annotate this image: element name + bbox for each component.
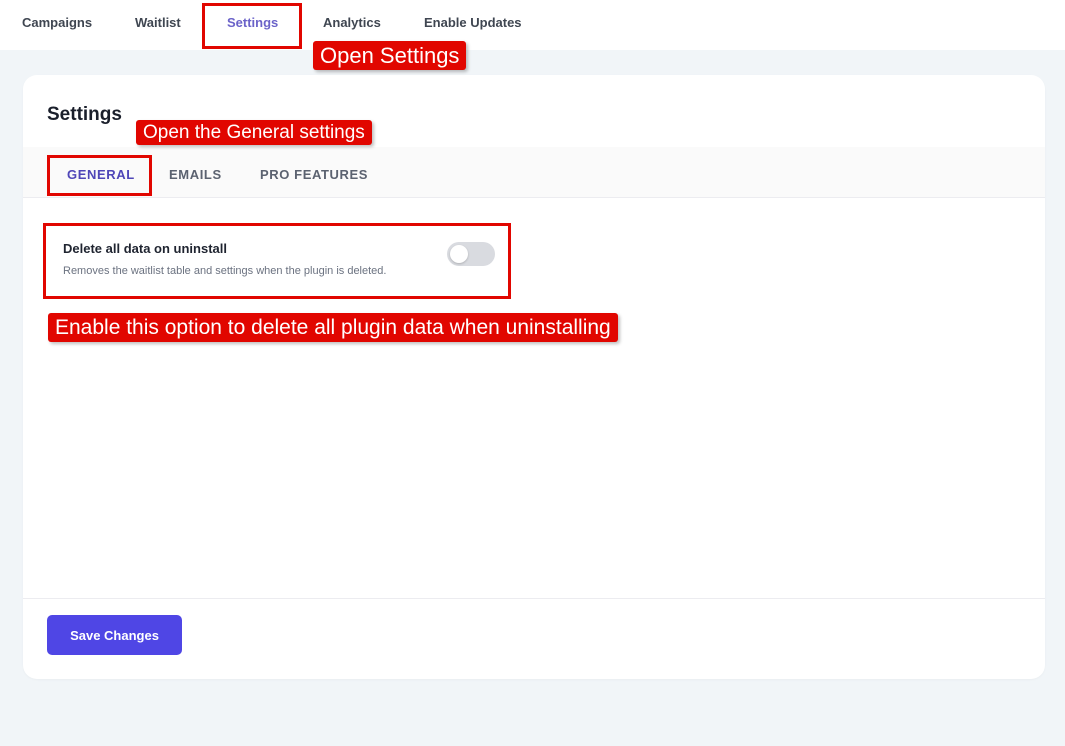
nav-waitlist[interactable]: Waitlist (135, 15, 181, 30)
open-general-callout: Open the General settings (136, 120, 372, 145)
settings-card: Settings GENERAL EMAILS PRO FEATURES Del… (23, 75, 1045, 679)
settings-nav-highlight (202, 3, 302, 49)
general-tab-highlight (47, 155, 152, 196)
nav-campaigns[interactable]: Campaigns (22, 15, 92, 30)
save-changes-button[interactable]: Save Changes (47, 615, 182, 655)
tab-emails[interactable]: EMAILS (169, 167, 222, 182)
settings-tabbar: GENERAL EMAILS PRO FEATURES (23, 147, 1045, 198)
top-navigation: Campaigns Waitlist Settings Analytics En… (0, 0, 1065, 50)
option-highlight (43, 223, 511, 299)
tab-pro-features[interactable]: PRO FEATURES (260, 167, 368, 182)
footer-divider (23, 598, 1045, 599)
nav-analytics[interactable]: Analytics (323, 15, 381, 30)
enable-option-callout: Enable this option to delete all plugin … (48, 313, 618, 342)
open-settings-callout: Open Settings (313, 41, 467, 70)
page-title: Settings (47, 104, 122, 125)
nav-enable-updates[interactable]: Enable Updates (424, 15, 522, 30)
